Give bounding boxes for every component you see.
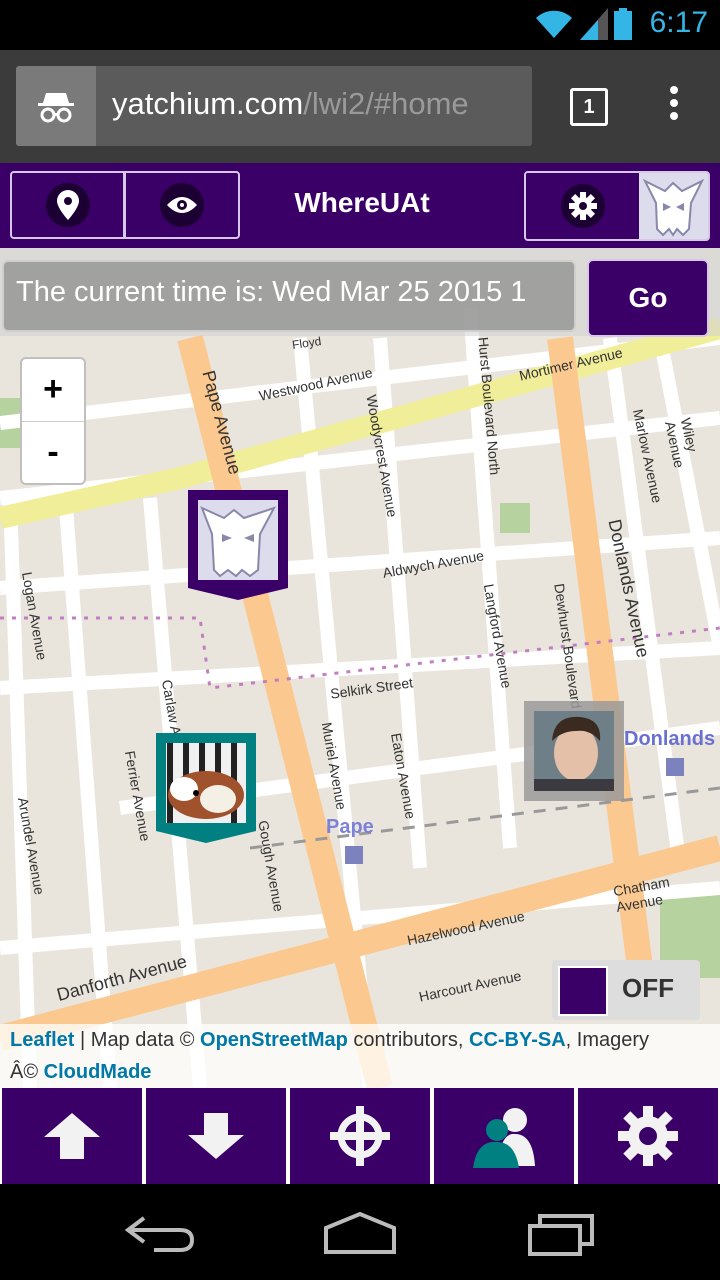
wifi-icon — [536, 10, 572, 38]
time-input-value: The current time is: Wed Mar 25 2015 1 — [16, 276, 527, 308]
zoom-out-button[interactable]: - — [22, 422, 84, 484]
people-icon — [473, 1108, 535, 1168]
url-host: yatchium.com — [112, 86, 304, 121]
zoom-control: + - — [20, 357, 86, 485]
license-link[interactable]: CC-BY-SA — [469, 1029, 566, 1051]
tab-switcher-button[interactable]: 1 — [570, 88, 608, 126]
friends-button[interactable] — [434, 1088, 574, 1184]
station-label: Pape — [326, 816, 374, 838]
center-location-button[interactable] — [290, 1088, 430, 1184]
time-input[interactable]: The current time is: Wed Mar 25 2015 1 — [2, 260, 576, 332]
overflow-menu-icon[interactable] — [664, 86, 684, 126]
cloudmade-link[interactable]: CloudMade — [44, 1061, 152, 1083]
settings-footer-button[interactable] — [578, 1088, 718, 1184]
toggle-label: OFF — [622, 973, 674, 1003]
settings-button[interactable] — [526, 173, 639, 239]
tracking-toggle[interactable]: OFF — [552, 960, 700, 1020]
zoom-in-button[interactable]: + — [22, 359, 84, 422]
back-icon[interactable] — [124, 1214, 196, 1254]
location-pin-icon — [45, 183, 90, 227]
app-title: WhereUAt — [294, 187, 430, 218]
user-marker-jester[interactable] — [188, 490, 288, 600]
crosshair-icon — [330, 1106, 390, 1166]
user-marker-person[interactable] — [524, 701, 624, 801]
user-marker-guinea-pig[interactable] — [156, 733, 256, 843]
browser-toolbar: yatchium.com/lwi2/#home 1 — [0, 50, 720, 163]
gear-icon — [560, 184, 605, 228]
toggle-knob — [558, 966, 608, 1016]
recents-icon[interactable] — [526, 1210, 596, 1256]
view-button[interactable] — [124, 171, 240, 239]
go-button[interactable]: Go — [587, 259, 709, 337]
battery-icon — [614, 8, 632, 40]
status-bar: 6:17 — [0, 0, 720, 50]
location-button[interactable] — [10, 171, 125, 239]
arrow-down-icon — [188, 1113, 244, 1159]
station-label: Donlands — [624, 728, 716, 750]
user-avatar[interactable] — [639, 173, 708, 239]
home-icon[interactable] — [322, 1212, 398, 1254]
osm-link[interactable]: OpenStreetMap — [200, 1029, 348, 1051]
map-attribution: Leaflet | Map data © OpenStreetMap contr… — [0, 1024, 720, 1088]
arrow-up-icon — [44, 1113, 100, 1159]
status-icons — [534, 8, 632, 40]
url-path: /lwi2/#home — [303, 86, 469, 121]
leaflet-link[interactable]: Leaflet — [10, 1029, 74, 1051]
settings-cog-icon — [618, 1106, 678, 1166]
eye-icon — [160, 183, 204, 227]
system-nav-bar — [0, 1184, 720, 1280]
incognito-icon[interactable] — [16, 66, 96, 146]
profile-settings-group — [524, 171, 710, 241]
move-up-button[interactable] — [2, 1088, 142, 1184]
move-down-button[interactable] — [146, 1088, 286, 1184]
bottom-toolbar — [0, 1088, 720, 1184]
url-field[interactable]: yatchium.com/lwi2/#home — [96, 66, 532, 146]
clock: 6:17 — [649, 6, 708, 39]
signal-icon — [580, 8, 608, 40]
app-header: WhereUAt — [0, 163, 720, 248]
